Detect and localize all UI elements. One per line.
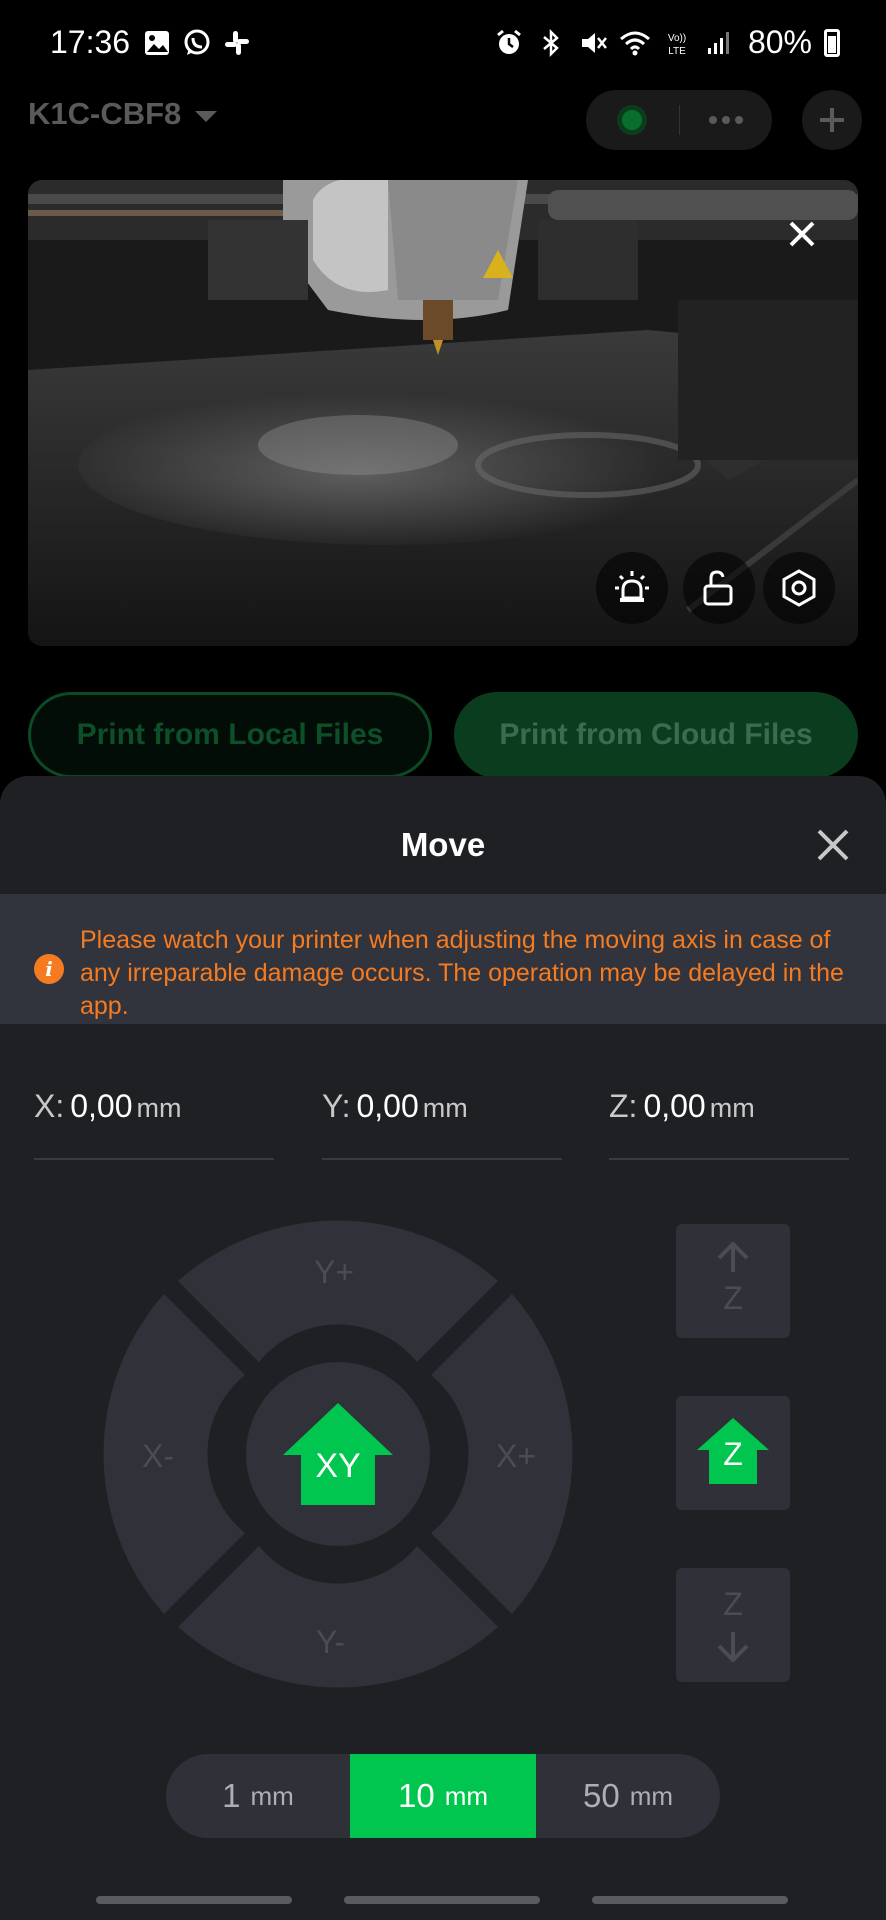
step-value: 10 [397,1777,435,1814]
z-up-label: Z [723,1280,743,1316]
mute-icon [576,26,610,60]
more-icon [708,116,743,124]
webcam-icon [617,105,648,135]
webcam-button[interactable] [586,90,679,150]
unlock-button[interactable] [683,552,755,624]
x-unit: mm [136,1093,182,1123]
z-position: Z: 0,00 mm [609,1088,849,1160]
y-label: Y: [322,1088,351,1124]
system-icons: Vo)) LTE 80% [492,24,840,61]
move-sheet: Move i Please watch your printer when ad… [0,776,886,1920]
info-icon: i [34,954,64,984]
device-name: K1C-CBF8 [28,96,182,131]
notification-icons [142,28,252,58]
slack-icon [222,28,252,58]
z-up-button[interactable]: Z [676,1224,790,1338]
y-plus-label: Y+ [314,1254,355,1290]
bluetooth-icon [534,26,568,60]
sheet-close-button[interactable] [810,822,856,868]
step-unit: mm [444,1780,489,1811]
add-button[interactable] [802,90,862,150]
step-10mm-button[interactable]: 10 mm [350,1754,536,1838]
device-selector[interactable]: K1C-CBF8 [28,96,218,132]
x-label: X: [34,1088,65,1124]
whatsapp-icon [182,28,212,58]
gallery-icon [142,28,172,58]
more-button[interactable] [680,90,773,150]
z-down-button[interactable]: Z [676,1568,790,1682]
step-value: 1 [222,1777,241,1814]
handle-bar [96,1896,292,1904]
home-xy-button[interactable]: XY [281,1397,395,1511]
svg-text:LTE: LTE [668,46,686,57]
step-unit: mm [629,1780,674,1811]
chevron-down-icon [195,110,218,122]
close-icon [789,221,815,247]
step-value: 50 [582,1777,620,1814]
close-icon [817,829,849,861]
z-unit: mm [709,1093,755,1123]
y-minus-label: Y- [316,1624,346,1660]
print-cloud-files-button[interactable]: Print from Cloud Files [454,692,858,778]
x-value: 0,00 [70,1088,133,1124]
step-1mm-button[interactable]: 1 mm [166,1754,350,1838]
x-position: X: 0,00 mm [34,1088,274,1160]
step-50mm-button[interactable]: 50 mm [536,1754,720,1838]
z-value: 0,00 [643,1088,706,1124]
status-time: 17:36 [50,24,131,60]
svg-text:Vo)): Vo)) [668,33,686,44]
alarm-icon [492,26,526,60]
battery-icon [824,28,840,57]
sheet-title: Move [400,826,486,863]
y-value: 0,00 [356,1088,419,1124]
step-distance-selector: 1 mm 10 mm 50 mm [166,1754,720,1838]
hexagon-icon [782,569,816,607]
z-label: Z: [609,1088,638,1124]
signal-icon [702,26,736,60]
volte-icon: Vo)) LTE [660,26,694,60]
unlock-icon [703,570,733,606]
handle-bar [344,1896,540,1904]
arrow-up-icon [717,1242,749,1272]
home-xy-label: XY [315,1447,361,1485]
y-position: Y: 0,00 mm [322,1088,562,1160]
step-unit: mm [250,1780,294,1811]
wifi-icon [618,26,652,60]
light-button[interactable] [596,552,668,624]
warning-banner: i Please watch your printer when adjusti… [0,894,886,1024]
y-unit: mm [422,1093,468,1123]
z-down-label: Z [723,1586,743,1622]
status-bar: 17:36 Vo)) LTE 80% [0,0,886,86]
camera-close-button[interactable] [772,204,832,264]
handle-bar [592,1896,788,1904]
battery-text: 80% [747,24,812,60]
plus-icon [820,108,844,132]
arrow-down-icon [717,1632,749,1662]
jog-dial: Y+ Y- X- X+ XY [96,1212,580,1696]
home-z-label: Z [723,1436,743,1472]
header-toolbar [586,90,772,150]
light-icon [615,571,649,602]
x-minus-label: X- [142,1438,174,1474]
warning-text: Please watch your printer when adjusting… [80,926,844,1020]
nozzle-button[interactable] [763,552,835,624]
x-plus-label: X+ [496,1438,537,1474]
camera-feed[interactable] [28,180,858,646]
print-local-files-button[interactable]: Print from Local Files [28,692,432,778]
home-z-button[interactable]: Z [676,1396,790,1510]
